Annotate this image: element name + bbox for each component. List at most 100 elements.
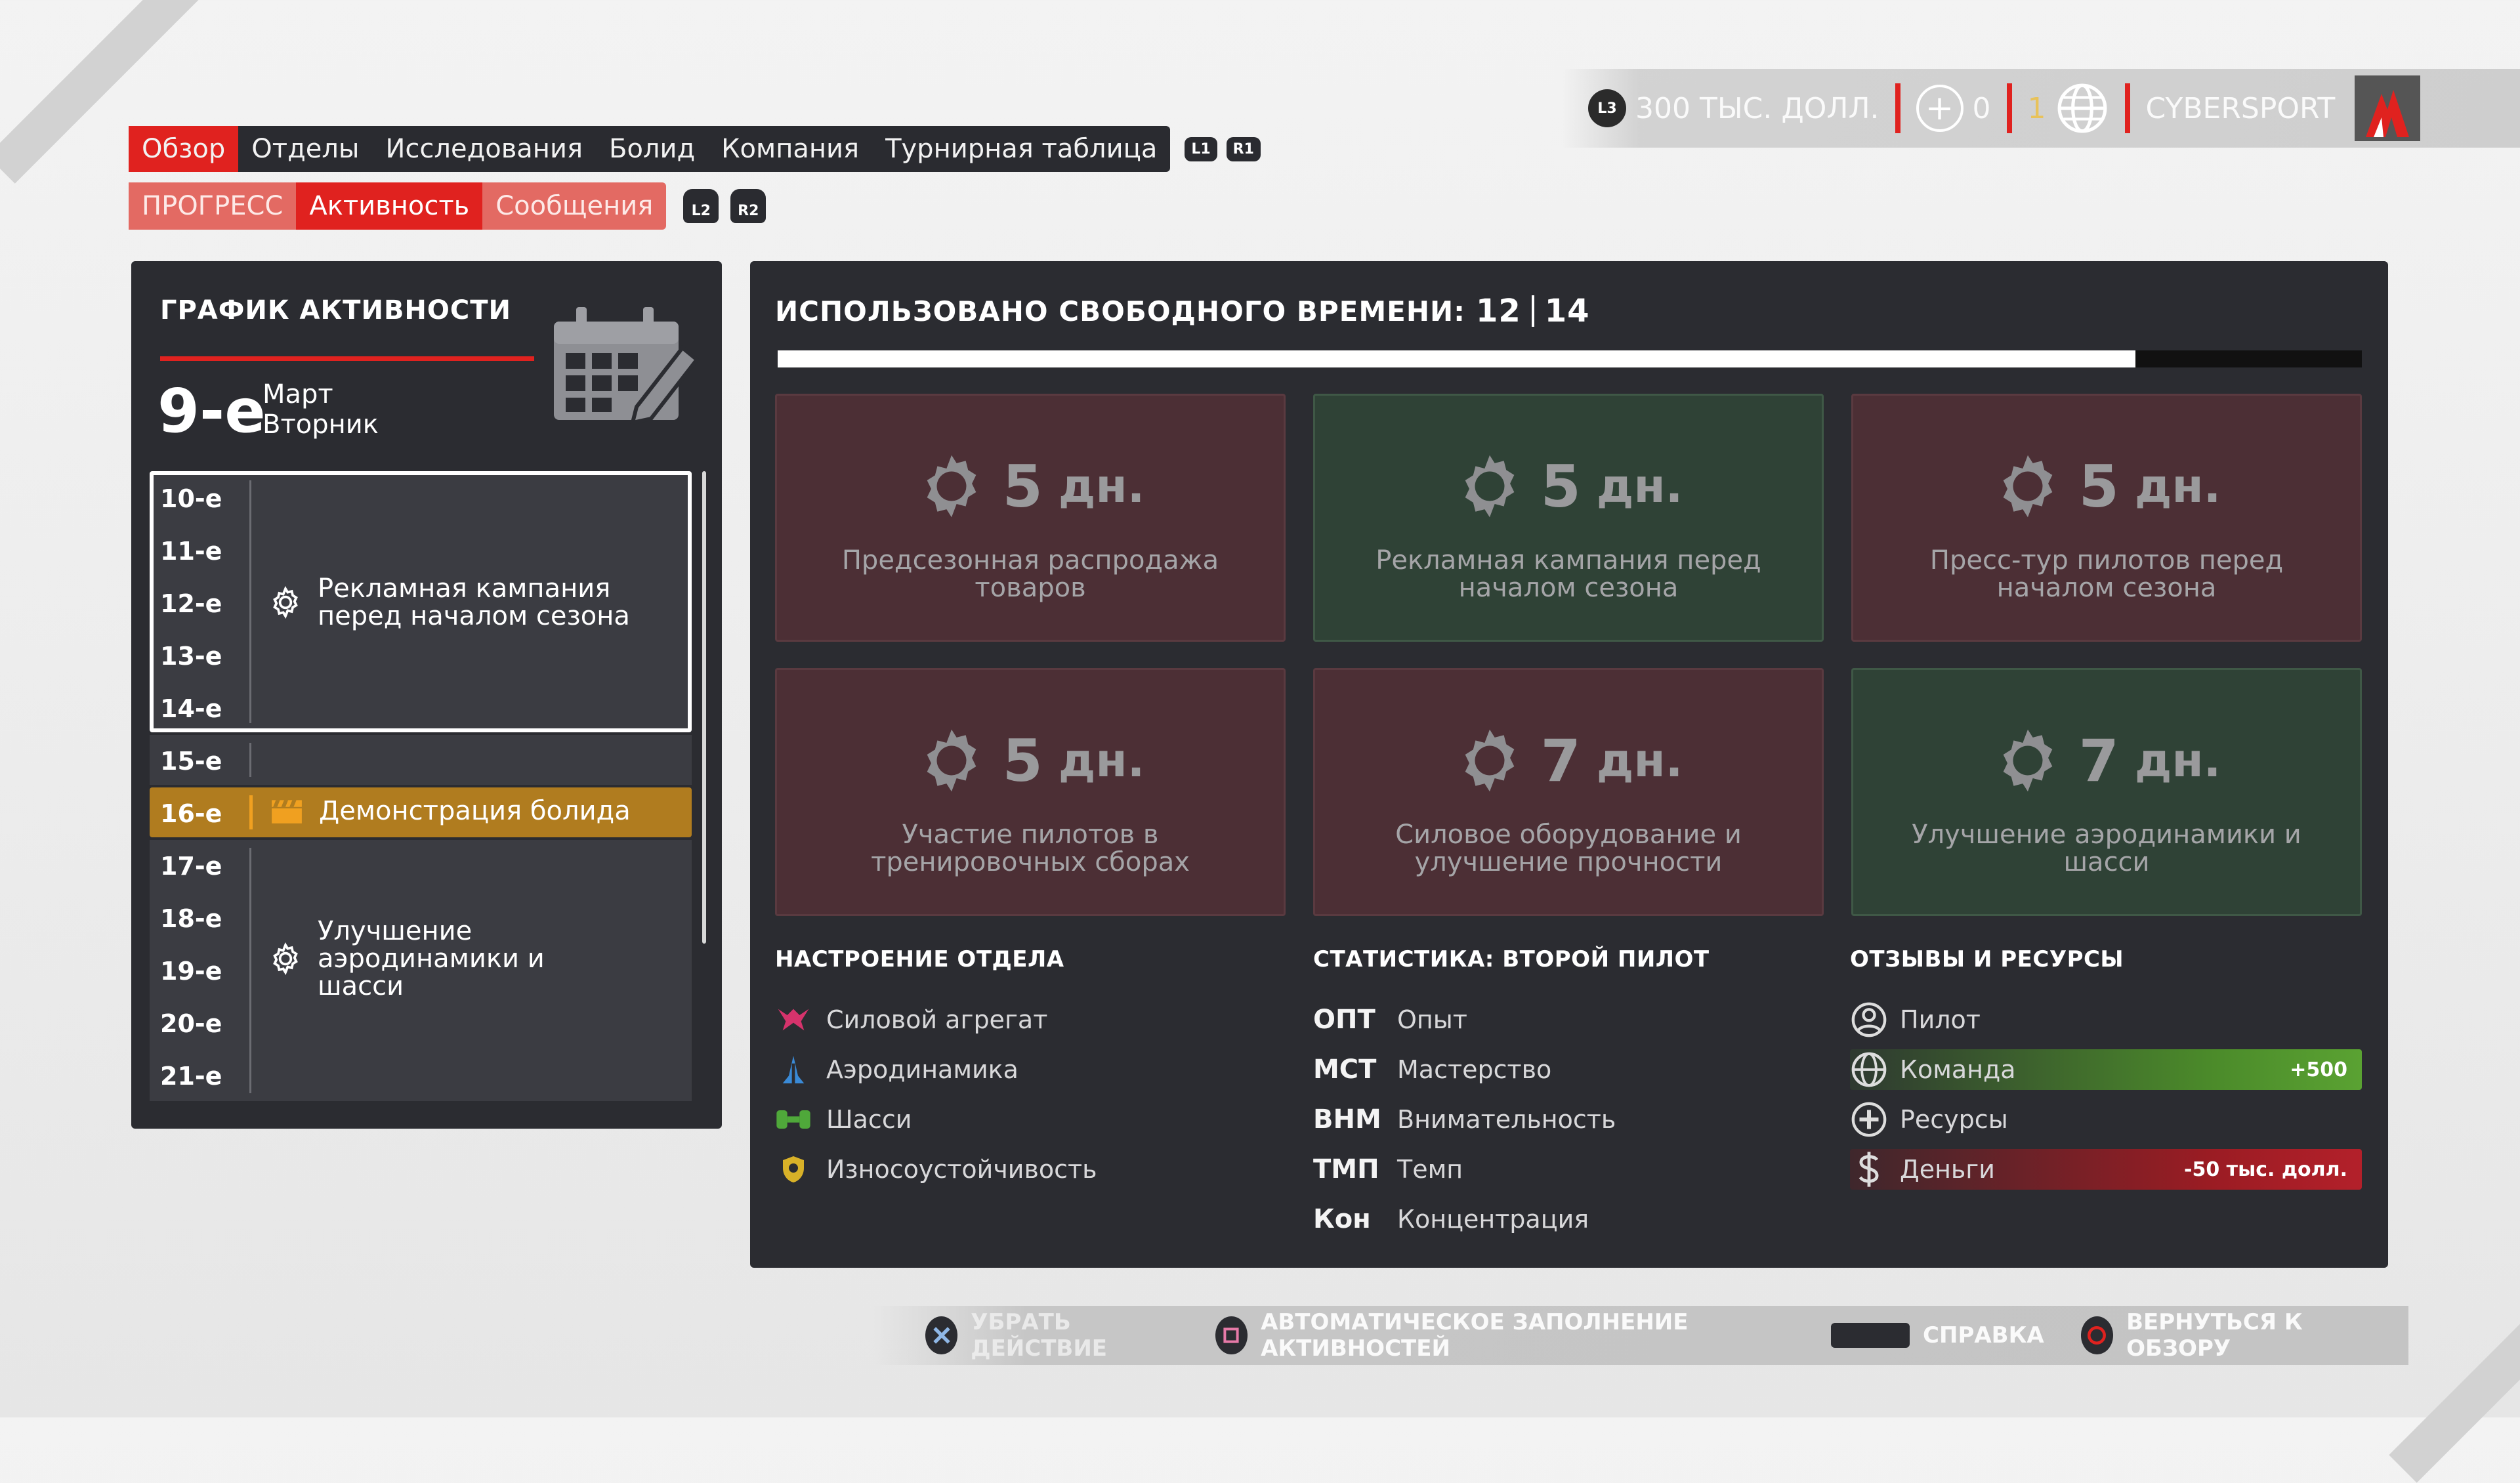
status-bar: L3 300 ТЫС. ДОЛЛ. + 0 1 CYBERSPORT	[1562, 69, 2520, 148]
feedback-row-money: Деньги -50 тыс. долл.	[1850, 1149, 2362, 1190]
free-time-label: ИСПОЛЬЗОВАНО СВОБОДНОГО ВРЕМЕНИ:	[775, 295, 1465, 327]
mood-item: Аэродинамика	[775, 1045, 1097, 1095]
status-divider	[2124, 83, 2130, 133]
power-unit-icon	[778, 1009, 809, 1031]
circle-button-icon	[2080, 1316, 2114, 1354]
feedback-delta: +500	[2290, 1058, 2347, 1081]
mood-item-label: Износоустойчивость	[826, 1155, 1097, 1184]
team-logo-icon	[2366, 90, 2410, 137]
feedback-row-team: Команда +500	[1850, 1049, 2362, 1090]
back-label: ВЕРНУТЬСЯ К ОБЗОРУ	[2126, 1309, 2303, 1362]
activity-unit: дн.	[1058, 734, 1145, 787]
stat-item: ВНМ Внимательность	[1313, 1095, 1616, 1144]
activity-duration: 7 дн.	[1992, 725, 2221, 796]
feedback-title: ОТЗЫВЫ И РЕСУРСЫ	[1850, 946, 2124, 972]
activity-label: Пресс-тур пилотов перед началом сезона	[1929, 545, 2284, 603]
activity-days: 5	[1002, 726, 1043, 795]
activity-unit: дн.	[1596, 459, 1683, 513]
feedback-name: Ресурсы	[1900, 1105, 2008, 1134]
activity-days: 7	[2078, 726, 2119, 795]
schedule-title: ГРАФИК АКТИВНОСТИ	[160, 295, 512, 325]
tab-overview[interactable]: Обзор	[129, 126, 239, 172]
gear-icon	[273, 586, 298, 619]
calendar-icon	[554, 307, 700, 425]
money-value: 300 ТЫС. ДОЛЛ.	[1635, 91, 1880, 125]
feedback-delta: -50 тыс. долл.	[2184, 1158, 2347, 1181]
activity-days: 5	[1002, 452, 1043, 520]
tab-activity[interactable]: Активность	[296, 182, 483, 230]
feedback-name: Команда	[1900, 1055, 2016, 1084]
square-button-icon	[1215, 1316, 1248, 1354]
day-divider	[249, 795, 253, 829]
tab-standings[interactable]: Турнирная таблица	[872, 126, 1170, 172]
free-time-progress-fill	[778, 350, 2135, 367]
stat-item: ОПТ Опыт	[1313, 995, 1616, 1045]
free-time-separator	[1531, 295, 1534, 327]
mood-item: Силовой агрегат	[775, 995, 1097, 1045]
day-label: 12-е	[160, 589, 222, 618]
feedback-name: Деньги	[1900, 1155, 1995, 1184]
gear-icon	[2003, 455, 2052, 518]
chassis-icon	[776, 1110, 810, 1129]
back-hint[interactable]: ВЕРНУТЬСЯ К ОБЗОРУ	[2080, 1309, 2372, 1362]
resources-value: 0	[1972, 91, 1991, 125]
tab-company[interactable]: Компания	[708, 126, 872, 172]
activity-card[interactable]: 5 дн. Рекламная кампания перед началом с…	[1313, 394, 1824, 642]
gear-icon	[1465, 729, 1514, 792]
activity-card[interactable]: 5 дн. Пресс-тур пилотов перед началом се…	[1851, 394, 2362, 642]
feedback-list: Пилот Команда +500 Ресурсы Деньги -50 ты…	[1850, 995, 2362, 1194]
activity-label: Рекламная кампания перед началом сезона	[1376, 545, 1761, 603]
day-label: 18-е	[160, 904, 222, 933]
activity-card[interactable]: 5 дн. Предсезонная распродажа товаров	[775, 394, 1286, 642]
event-label: Демонстрация болида	[319, 796, 631, 826]
event-car-demo: Демонстрация болида	[270, 797, 631, 825]
team-name: CYBERSPORT	[2145, 91, 2336, 125]
l1-button-icon: L1	[1185, 136, 1217, 161]
stat-abbr: ТМП	[1313, 1154, 1379, 1184]
tab-research[interactable]: Исследования	[373, 126, 597, 172]
current-weekday: Вторник	[262, 409, 379, 440]
activity-card[interactable]: 5 дн. Участие пилотов в тренировочных сб…	[775, 668, 1286, 916]
help-label: СПРАВКА	[1923, 1322, 2044, 1348]
activity-days: 5	[1540, 452, 1581, 520]
stat-abbr: Кон	[1313, 1204, 1371, 1234]
l2-trigger-icon: L2	[683, 189, 719, 223]
activity-card[interactable]: 7 дн. Улучшение аэродинамики и шасси	[1851, 668, 2362, 916]
current-day: 9-е	[158, 376, 266, 446]
tab-departments[interactable]: Отделы	[238, 126, 372, 172]
r1-button-icon: R1	[1226, 136, 1261, 161]
activity-card[interactable]: 7 дн. Силовое оборудование и улучшение п…	[1313, 668, 1824, 916]
event-label: Рекламная кампания перед началом сезона	[318, 574, 630, 631]
activity-unit: дн.	[2134, 734, 2221, 787]
stat-name: Темп	[1397, 1155, 1463, 1184]
current-date: Март Вторник	[262, 379, 379, 440]
feedback-name: Пилот	[1900, 1005, 1981, 1034]
stat-name: Внимательность	[1397, 1105, 1616, 1134]
remove-action-hint[interactable]: УБРАТЬ ДЕЙСТВИЕ	[925, 1309, 1179, 1362]
main-tabs: Обзор Отделы Исследования Болид Компания…	[129, 126, 1171, 172]
clapperboard-icon	[272, 800, 302, 824]
stat-name: Мастерство	[1397, 1055, 1552, 1084]
status-divider	[2006, 83, 2012, 133]
plus-circle-icon	[1851, 1102, 1887, 1137]
gear-icon	[1465, 455, 1514, 518]
schedule-scrollbar[interactable]	[702, 471, 706, 944]
activity-unit: дн.	[2134, 459, 2221, 513]
activity-days: 7	[1540, 726, 1581, 795]
stats-title: СТАТИСТИКА: ВТОРОЙ ПИЛОТ	[1313, 946, 1710, 972]
autofill-hint[interactable]: АВТОМАТИЧЕСКОЕ ЗАПОЛНЕНИЕ АКТИВНОСТЕЙ	[1215, 1309, 1795, 1362]
tab-progress[interactable]: ПРОГРЕСС	[129, 182, 296, 230]
activity-duration: 5 дн.	[1992, 451, 2221, 522]
resources-display: + 0	[1916, 85, 1991, 132]
tab-messages[interactable]: Сообщения	[482, 182, 666, 230]
activity-label: Силовое оборудование и улучшение прочнос…	[1395, 820, 1742, 877]
autofill-label: АВТОМАТИЧЕСКОЕ ЗАПОЛНЕНИЕ АКТИВНОСТЕЙ	[1261, 1309, 1689, 1362]
money-display: L3 300 ТЫС. ДОЛЛ.	[1588, 89, 1880, 127]
day-label: 21-е	[160, 1062, 222, 1091]
help-hint[interactable]: СПРАВКА	[1831, 1322, 2044, 1348]
day-list: 10-е 11-е 12-е 13-е 14-е 15-е 16-е 17-е …	[160, 472, 252, 1102]
stat-name: Опыт	[1397, 1005, 1467, 1034]
status-divider	[1895, 83, 1900, 133]
activity-duration: 5 дн.	[916, 451, 1144, 522]
tab-car[interactable]: Болид	[596, 126, 708, 172]
